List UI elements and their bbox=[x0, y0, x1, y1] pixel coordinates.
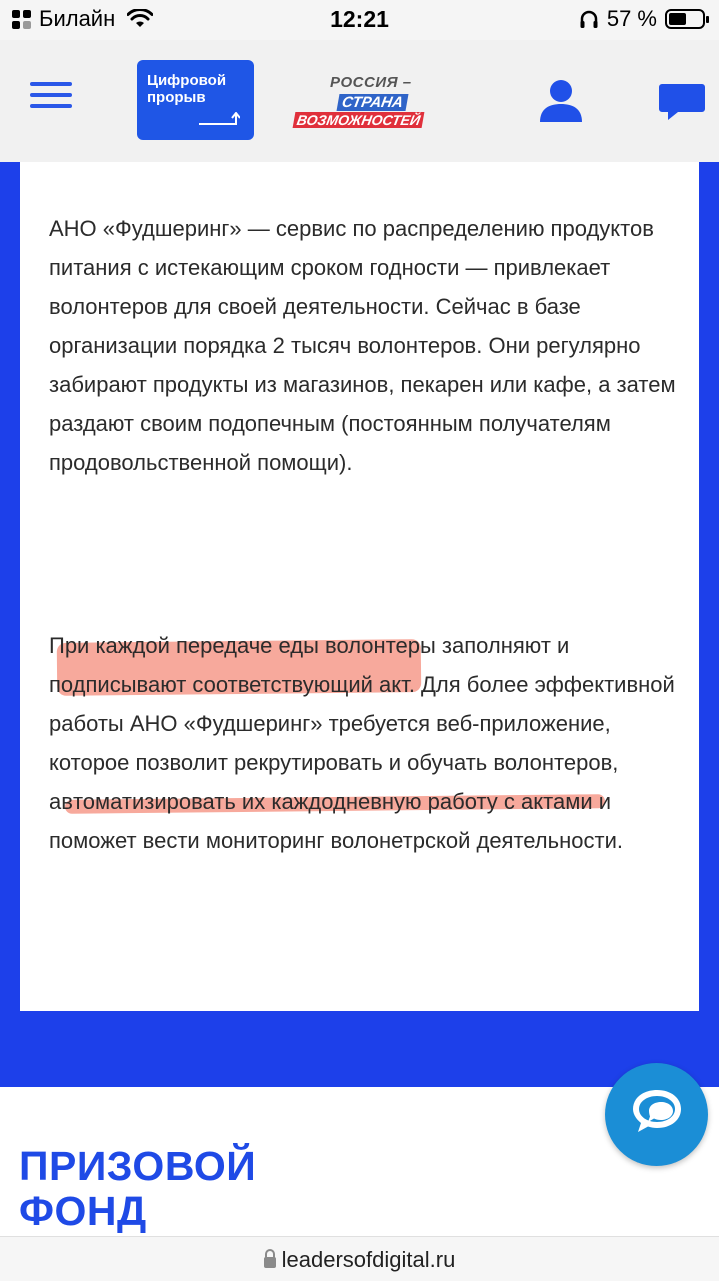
headphones-icon bbox=[580, 10, 598, 28]
prize-line2: ФОНД bbox=[19, 1188, 147, 1234]
battery-percent: 57 % bbox=[606, 6, 657, 31]
tsifrovoy-proryv-logo[interactable]: Цифровой прорыв bbox=[137, 60, 254, 140]
user-profile-icon[interactable] bbox=[538, 78, 584, 124]
battery-icon bbox=[665, 9, 709, 29]
url-display[interactable]: leadersofdigital.ru bbox=[0, 1247, 719, 1273]
site-header: Цифровой прорыв РОССИЯ – СТРАНА ВОЗМОЖНО… bbox=[0, 40, 719, 163]
hamburger-line-icon bbox=[30, 93, 72, 97]
status-right: 57 % bbox=[579, 6, 709, 32]
url-text: leadersofdigital.ru bbox=[281, 1247, 456, 1272]
prize-line1: ПРИЗОВОЙ bbox=[19, 1143, 257, 1189]
task-text-start: П bbox=[49, 633, 65, 658]
highlighted-text-automation: томатизировать их каждодневную работу с … bbox=[72, 789, 593, 814]
task-paragraph: При каждой передаче еды волонтеры заполн… bbox=[49, 626, 689, 860]
russia-land-of-opportunity-logo[interactable]: РОССИЯ – СТРАНА ВОЗМОЖНОСТЕЙ bbox=[292, 72, 442, 132]
message-icon[interactable] bbox=[658, 82, 706, 122]
browser-url-bar[interactable]: leadersofdigital.ru bbox=[0, 1236, 719, 1281]
logo-cp-line1: Цифровой bbox=[147, 72, 227, 89]
logo-rus-line1: РОССИЯ – bbox=[330, 74, 412, 91]
menu-button[interactable] bbox=[30, 82, 72, 112]
status-bar: Билайн 12:21 57 % bbox=[0, 0, 719, 40]
chat-bubbles-icon bbox=[633, 1090, 681, 1132]
chat-button[interactable] bbox=[605, 1063, 708, 1166]
logo-rus-line2: СТРАНА bbox=[336, 94, 409, 111]
hamburger-line-icon bbox=[30, 104, 72, 108]
hamburger-line-icon bbox=[30, 82, 72, 86]
logo-arrow-icon bbox=[199, 112, 240, 125]
logo-cp-line2: прорыв bbox=[147, 89, 206, 106]
lock-icon bbox=[263, 1249, 276, 1268]
description-paragraph: АНО «Фудшеринг» — сервис по распределени… bbox=[49, 216, 676, 475]
logo-rus-line3: ВОЗМОЖНОСТЕЙ bbox=[292, 112, 425, 128]
prize-fund-heading: ПРИЗОВОЙ ФОНД bbox=[19, 1144, 256, 1234]
